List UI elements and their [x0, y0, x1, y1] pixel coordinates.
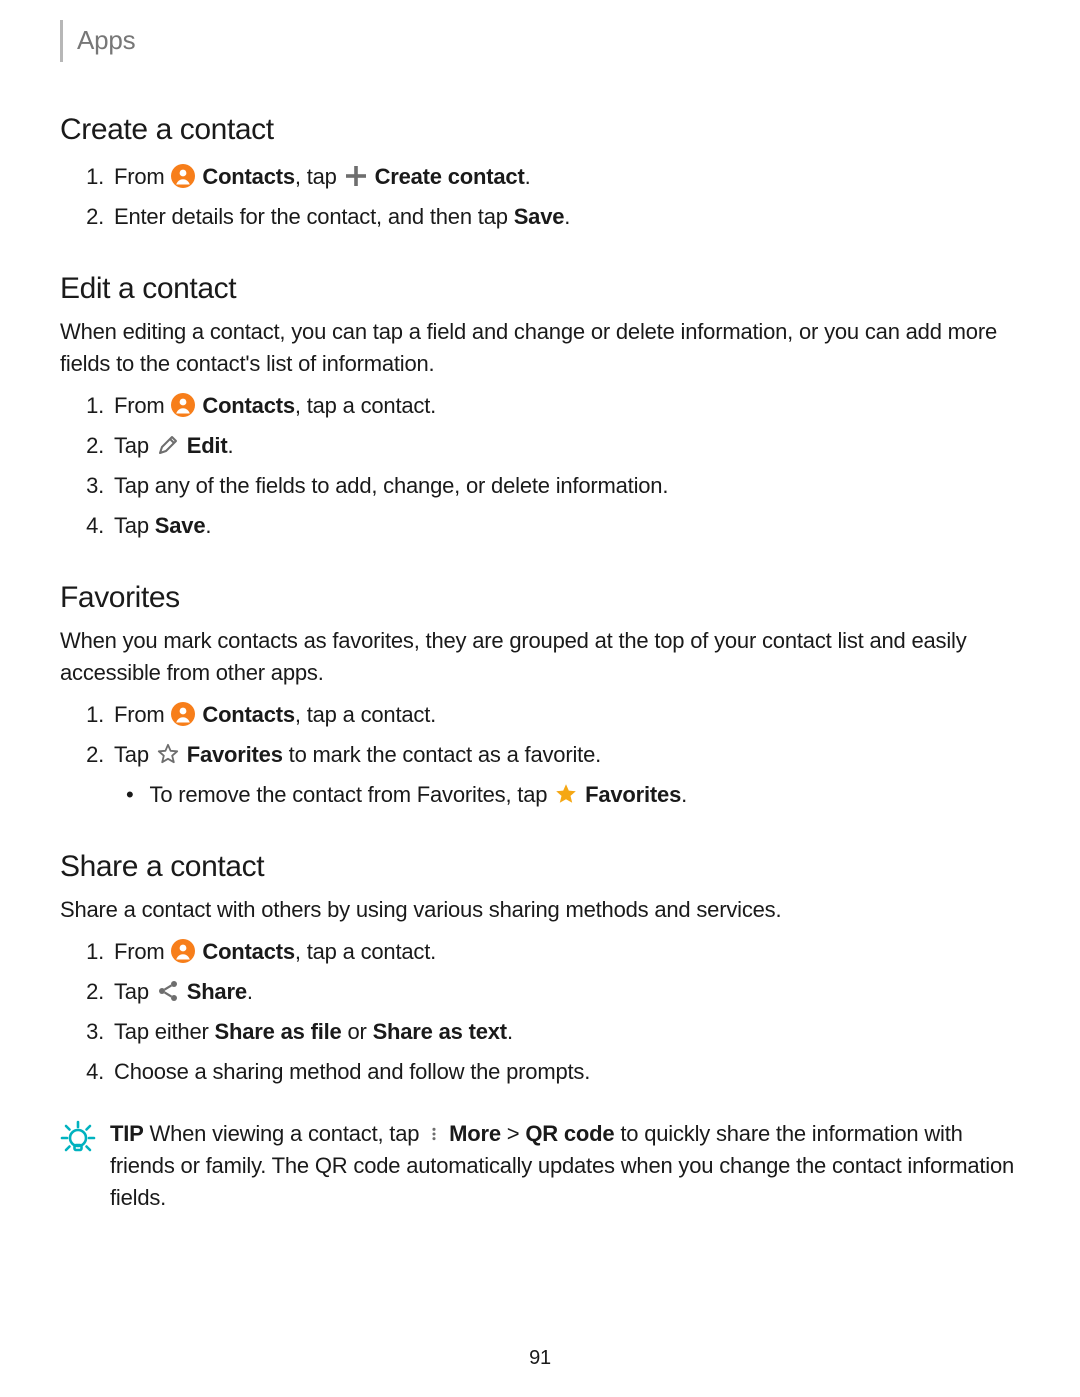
star-filled-icon [554, 782, 578, 806]
paragraph: When you mark contacts as favorites, the… [60, 625, 1020, 689]
label-contacts: Contacts [202, 702, 295, 727]
heading-share-contact: Share a contact [60, 845, 1020, 889]
list-item: Enter details for the contact, and then … [110, 201, 1020, 233]
text: . [507, 1019, 513, 1044]
label-more: More [449, 1121, 501, 1146]
label-share: Share [187, 979, 247, 1004]
lightbulb-icon [60, 1120, 96, 1165]
plus-icon [344, 164, 368, 188]
list-item: From Contacts, tap a contact. [110, 936, 1020, 968]
heading-favorites: Favorites [60, 576, 1020, 620]
list-item: Tap Save. [110, 510, 1020, 542]
more-icon [426, 1122, 442, 1146]
text: , tap a contact. [295, 939, 436, 964]
label-save: Save [155, 513, 206, 538]
text: From [114, 393, 170, 418]
tip-callout: TIP When viewing a contact, tap More > Q… [60, 1118, 1020, 1214]
tip-label: TIP [110, 1121, 144, 1146]
label-favorites: Favorites [187, 742, 283, 767]
page-number: 91 [0, 1344, 1080, 1373]
text: , tap a contact. [295, 393, 436, 418]
label-contacts: Contacts [202, 164, 295, 189]
text: From [114, 702, 170, 727]
list-item: Tap Share. [110, 976, 1020, 1008]
text: From [114, 939, 170, 964]
label-save: Save [514, 204, 565, 229]
text: , tap [295, 164, 343, 189]
text: When viewing a contact, tap [144, 1121, 426, 1146]
list-item: Tap either Share as file or Share as tex… [110, 1016, 1020, 1048]
text: or [342, 1019, 373, 1044]
sublist: To remove the contact from Favorites, ta… [114, 779, 1020, 811]
share-icon [156, 979, 180, 1003]
text: to mark the contact as a favorite. [283, 742, 601, 767]
label-edit: Edit [187, 433, 228, 458]
label-create-contact: Create contact [375, 164, 525, 189]
text: . [247, 979, 253, 1004]
steps-favorites: From Contacts, tap a contact. Tap Favori… [60, 699, 1020, 811]
document-page: Apps Create a contact From Contacts, tap… [0, 0, 1080, 1397]
text: Tap [114, 742, 155, 767]
text: Tap [114, 979, 155, 1004]
contacts-icon [171, 393, 195, 417]
contacts-icon [171, 702, 195, 726]
steps-create-contact: From Contacts, tap Create contact. Enter… [60, 161, 1020, 233]
steps-edit-contact: From Contacts, tap a contact. Tap Edit. … [60, 390, 1020, 542]
text: To remove the contact from Favorites, ta… [150, 782, 554, 807]
text: Tap [114, 433, 155, 458]
tip-text: TIP When viewing a contact, tap More > Q… [110, 1118, 1020, 1214]
heading-create-contact: Create a contact [60, 108, 1020, 152]
text: , tap a contact. [295, 702, 436, 727]
contacts-icon [171, 164, 195, 188]
text: Tap [114, 513, 155, 538]
label-qr-code: QR code [525, 1121, 614, 1146]
star-outline-icon [156, 742, 180, 766]
text: From [114, 164, 170, 189]
label-share-as-file: Share as file [215, 1019, 342, 1044]
label-contacts: Contacts [202, 939, 295, 964]
breadcrumb: Apps [60, 20, 1020, 62]
text: . [681, 782, 687, 807]
label-favorites: Favorites [585, 782, 681, 807]
text: . [227, 433, 233, 458]
list-item: From Contacts, tap Create contact. [110, 161, 1020, 193]
list-item: Tap Favorites to mark the contact as a f… [110, 739, 1020, 811]
text: > [501, 1121, 525, 1146]
text: . [205, 513, 211, 538]
heading-edit-contact: Edit a contact [60, 267, 1020, 311]
label-share-as-text: Share as text [373, 1019, 507, 1044]
text: . [564, 204, 570, 229]
text: Tap either [114, 1019, 215, 1044]
label-contacts: Contacts [202, 393, 295, 418]
contacts-icon [171, 939, 195, 963]
text: Enter details for the contact, and then … [114, 204, 514, 229]
list-item: Tap any of the fields to add, change, or… [110, 470, 1020, 502]
steps-share-contact: From Contacts, tap a contact. Tap Share.… [60, 936, 1020, 1088]
edit-icon [156, 433, 180, 457]
paragraph: When editing a contact, you can tap a fi… [60, 316, 1020, 380]
list-item: Choose a sharing method and follow the p… [110, 1056, 1020, 1088]
list-item: From Contacts, tap a contact. [110, 699, 1020, 731]
text: . [525, 164, 531, 189]
list-item: From Contacts, tap a contact. [110, 390, 1020, 422]
list-item: Tap Edit. [110, 430, 1020, 462]
list-item: To remove the contact from Favorites, ta… [144, 779, 1020, 811]
paragraph: Share a contact with others by using var… [60, 894, 1020, 926]
